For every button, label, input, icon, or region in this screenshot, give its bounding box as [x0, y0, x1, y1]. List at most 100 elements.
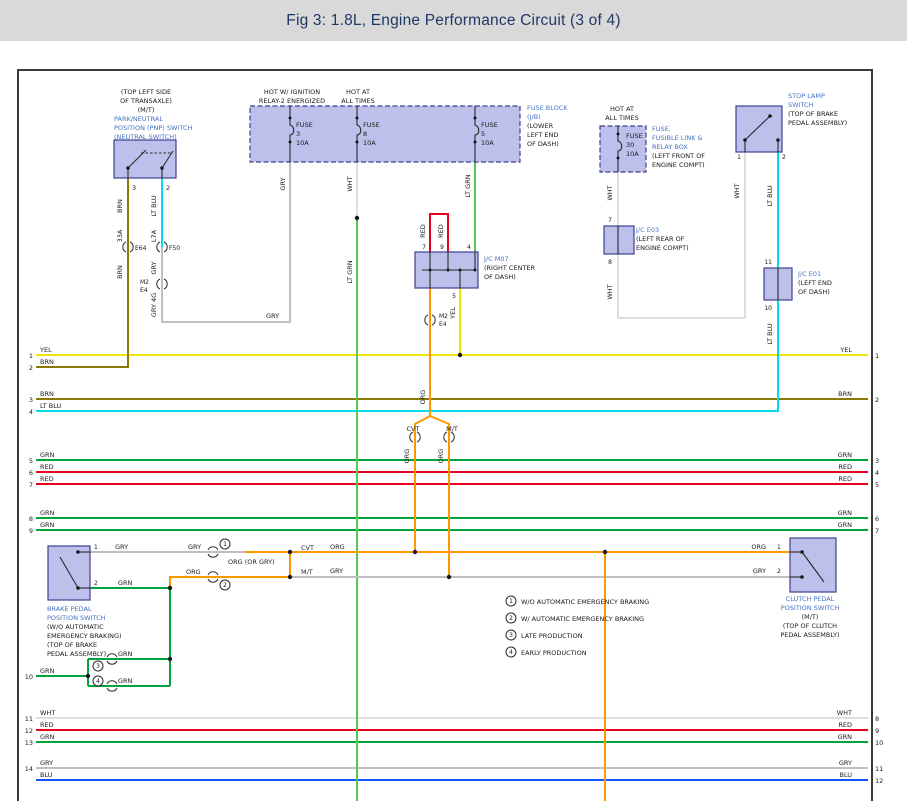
wire-label: ORG (OR GRY) — [228, 558, 275, 566]
wire-label: E4 — [140, 287, 148, 294]
pin-number: 4 — [467, 244, 471, 251]
pnp-switch-label: (NEUTRAL SWITCH) — [114, 133, 177, 141]
fusible-link-label: FUSE, — [652, 125, 671, 133]
pin-number: 5 — [875, 481, 879, 489]
wire-label: WHT — [40, 709, 55, 717]
wire-label: BRN — [116, 265, 124, 279]
wire-label: GRY 4G — [150, 293, 158, 317]
wire-label: LT BLU — [40, 402, 62, 410]
pin-number: 2 — [875, 396, 879, 404]
wire-label: ORG — [751, 543, 766, 551]
wire-label: BRN — [40, 358, 54, 366]
jc-e03-label: J/C E03 — [635, 226, 659, 234]
pin-number: 11 — [875, 765, 883, 773]
wire-label: E4 — [439, 321, 447, 328]
pin-number: 1 — [875, 352, 879, 360]
junction-dot — [603, 550, 607, 554]
wire-label: HOT AT — [346, 88, 370, 96]
pin-number: 10 — [875, 739, 883, 747]
pin-number: 9 — [440, 244, 444, 251]
pin-number: 2 — [166, 184, 170, 192]
wire-label: RELAY-2 ENERGIZED — [259, 97, 325, 105]
pin-number: 4 — [875, 469, 879, 477]
junction-dot — [160, 166, 164, 170]
pin-number: 10 — [764, 305, 772, 312]
wire-label: GRY — [279, 177, 287, 190]
junction-dot — [413, 550, 417, 554]
wire-label: F50 — [169, 245, 180, 252]
fusible-link-label: FUSIBLE LINK & — [652, 134, 703, 142]
wire-label: 33A — [116, 229, 124, 242]
pin-number: 11 — [25, 715, 33, 723]
wire-label: LT BLU — [766, 185, 774, 207]
clutch-pedal-switch-box — [790, 538, 836, 592]
pin-number: 7 — [29, 481, 33, 489]
wire-label: RED — [838, 721, 852, 729]
wire-label: ORG — [403, 449, 411, 464]
junction-dot — [617, 157, 620, 160]
pin-number: 7 — [875, 527, 879, 535]
pin-number: 8 — [875, 715, 879, 723]
pnp-switch-box — [114, 140, 176, 178]
stop-lamp-switch-label: SWITCH — [788, 101, 814, 109]
wire-label: RED — [838, 463, 852, 471]
pin-number: 6 — [875, 515, 879, 523]
pin-number: 1 — [29, 352, 33, 360]
pin-number: 2 — [777, 568, 781, 575]
junction-dot — [76, 586, 80, 590]
jc-m07-label: J/C M07 — [483, 255, 509, 263]
wire-label: BRN — [838, 390, 852, 398]
wire-label: GRY — [753, 567, 766, 575]
junction-dot — [355, 216, 359, 220]
wire-label: M2 — [439, 313, 448, 320]
pin-number: 10 — [25, 673, 33, 681]
junction-dot — [474, 117, 477, 120]
pnp-switch-label: POSITION (PNP) SWITCH — [114, 124, 192, 132]
wire-label: RED — [40, 721, 54, 729]
wire-label: (TOP OF BRAKE — [788, 110, 838, 118]
pin-number: 9 — [29, 527, 33, 535]
wire-label: PEDAL ASSEMBLY) — [780, 631, 839, 639]
wire-label: GRY — [330, 567, 343, 575]
fuse-block-label: FUSE BLOCK — [527, 104, 568, 112]
wire-label: M/T — [301, 568, 313, 576]
wire-label: 10A — [481, 139, 494, 147]
junction-dot — [474, 269, 477, 272]
wire-label: (M/T) — [802, 613, 819, 621]
wire-label: OF DASH) — [484, 273, 516, 281]
wire-label: LT BLU — [150, 195, 158, 217]
legend-item-label: LATE PRODUCTION — [521, 632, 583, 640]
pin-number: 1 — [94, 544, 98, 551]
junction-dot — [768, 114, 772, 118]
wire-label: WHT — [837, 709, 852, 717]
pnp-switch-label: PARK/NEUTRAL — [114, 115, 163, 123]
legend-circle-4-text: 4 — [509, 649, 513, 656]
fusible-link-label: RELAY BOX — [652, 143, 688, 151]
wire-label: WHT — [733, 183, 741, 198]
wire-label: GRY — [188, 543, 201, 551]
wire-label: LEFT END — [527, 131, 558, 139]
wire-label: (TOP LEFT SIDE — [121, 88, 171, 96]
junction-dot — [288, 575, 292, 579]
wire-label: LT GRN — [464, 174, 472, 197]
junction-dot — [800, 550, 804, 554]
wire-label: GRN — [40, 733, 55, 741]
pin-number: 5 — [452, 293, 456, 300]
junction-dot — [458, 353, 462, 357]
wire-label: GRY — [40, 759, 53, 767]
circled-note-2-text: 2 — [223, 582, 227, 589]
wire-label: GRN — [40, 667, 55, 675]
wire-label: ORG — [437, 449, 445, 464]
wire-label: BRN — [116, 199, 124, 213]
legend-item-label: W/ AUTOMATIC EMERGENCY BRAKING — [521, 615, 644, 623]
wire-label: FUSE — [626, 132, 643, 140]
wire-label: OF DASH) — [527, 140, 559, 148]
wiring-diagram: 12341234(TOP LEFT SIDEOF TRANSAXLE)(M/T)… — [0, 0, 907, 801]
wire-label: GRN — [118, 677, 133, 685]
junction-dot — [743, 138, 747, 142]
pin-number: 1 — [777, 544, 781, 551]
wire-label: CVT — [301, 544, 314, 552]
wire-label: OF TRANSAXLE) — [120, 97, 172, 105]
wire-label: GRN — [838, 509, 853, 517]
wire-label: GRN — [118, 579, 133, 587]
